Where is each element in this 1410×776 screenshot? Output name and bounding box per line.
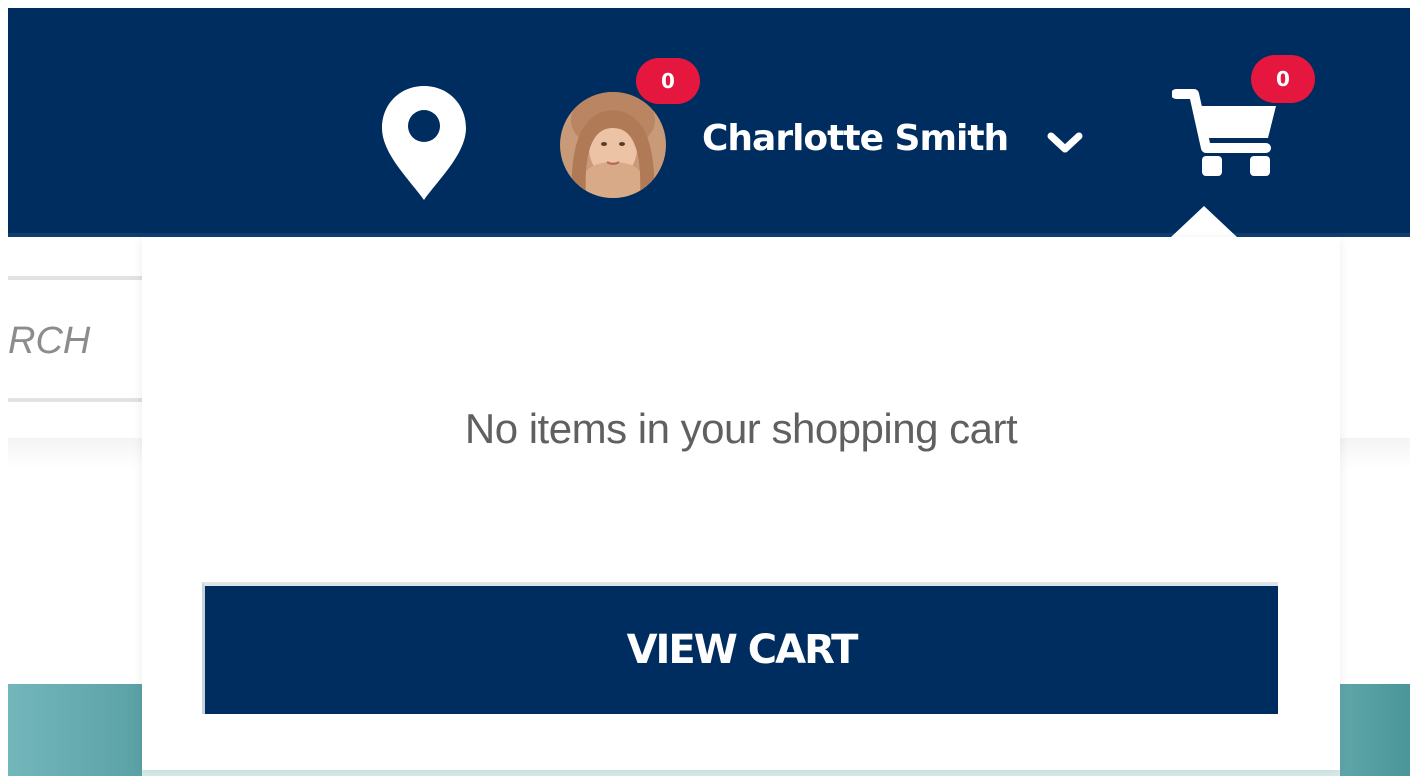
banner-background xyxy=(1340,684,1410,776)
search-placeholder: RCH xyxy=(8,320,91,362)
cart-count-badge: 0 xyxy=(1251,55,1315,103)
user-avatar[interactable] xyxy=(560,92,666,198)
content-shadow xyxy=(8,438,142,468)
empty-cart-message: No items in your shopping cart xyxy=(464,405,1018,452)
view-cart-button[interactable]: VIEW CART xyxy=(202,582,1278,714)
search-field[interactable]: RCH xyxy=(8,276,142,402)
banner-background xyxy=(142,770,1340,776)
banner-background xyxy=(8,684,142,776)
dropdown-caret-icon xyxy=(1170,206,1238,238)
notification-count-badge: 0 xyxy=(636,58,700,104)
user-name-label[interactable]: Charlotte Smith xyxy=(702,116,1009,162)
content-shadow xyxy=(1340,438,1410,468)
location-pin-icon[interactable] xyxy=(380,84,468,202)
chevron-down-icon[interactable] xyxy=(1045,132,1085,156)
cart-dropdown: No items in your shopping cart VIEW CART xyxy=(142,237,1340,770)
